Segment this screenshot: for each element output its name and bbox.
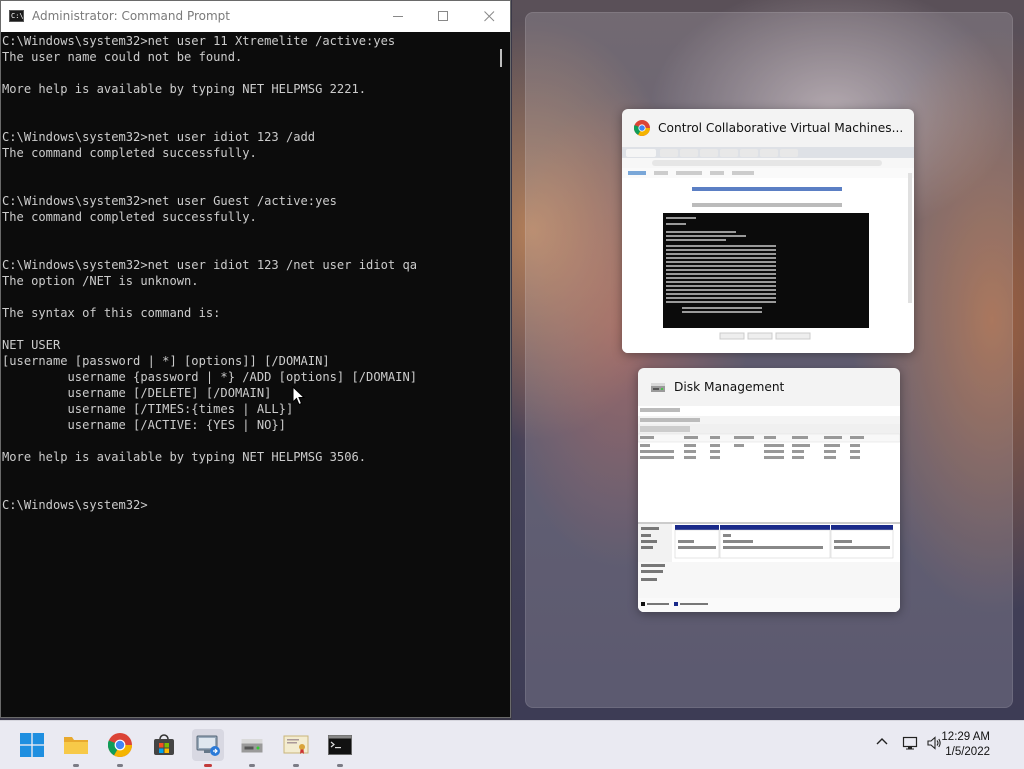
console-line: C:\Windows\system32>net user Guest /acti… [2,194,337,208]
running-indicator [293,764,299,767]
window-title: Administrator: Command Prompt [32,9,230,23]
console-line: username [/ACTIVE: {YES | NO}] [2,418,286,432]
snap-thumbnail-chrome[interactable]: Control Collaborative Virtual Machines..… [622,109,914,353]
command-prompt-icon [328,735,352,755]
windows-logo-icon [20,733,44,757]
chrome-icon [108,733,132,757]
snap-thumbnail-disk-management[interactable]: Disk Management [638,368,900,612]
disk-management-icon [650,379,666,395]
maximize-button[interactable] [420,1,466,32]
console-line: NET USER [2,338,61,352]
close-icon [483,11,494,22]
console-line: The command completed successfully. [2,146,257,160]
store-icon [154,734,174,755]
console-line: C:\Windows\system32>net user 11 Xtremeli… [2,34,396,48]
vertical-scrollbar[interactable] [494,33,509,717]
folder-icon [64,737,88,754]
thumbnail-header: Control Collaborative Virtual Machines..… [622,109,914,147]
running-indicator [337,764,343,767]
command-prompt-window[interactable]: C:\ Administrator: Command Prompt C:\Win… [0,0,511,718]
remote-desktop-icon [196,735,220,756]
console-line: The command completed successfully. [2,210,257,224]
remote-desktop-button[interactable] [192,729,224,767]
scrollbar-thumb[interactable] [500,49,502,67]
console-line: More help is available by typing NET HEL… [2,450,367,464]
certificate-icon [283,735,309,754]
microsoft-store-button[interactable] [148,729,180,761]
running-indicator [117,764,123,767]
certificate-manager-button[interactable] [280,729,312,767]
minimize-icon [392,16,403,17]
command-prompt-icon: C:\ [9,10,24,22]
clock-time: 12:29 AM [941,731,990,743]
console-output[interactable]: C:\Windows\system32>net user 11 Xtremeli… [2,33,494,717]
clock[interactable]: 12:29 AM 1/5/2022 [941,730,990,760]
disk-management-icon [241,739,263,753]
console-line: username [/DELETE] [/DOMAIN] [2,386,272,400]
console-line: The option /NET is unknown. [2,274,199,288]
minimize-button[interactable] [375,1,421,32]
console-line: username {password | *} /ADD [options] [… [2,370,418,384]
console-line: The user name could not be found. [2,50,243,64]
console-line: More help is available by typing NET HEL… [2,82,367,96]
thumbnail-header: Disk Management [638,368,900,406]
network-icon[interactable] [902,735,918,751]
volume-icon[interactable] [926,735,942,751]
maximize-icon [437,11,448,21]
running-indicator [73,764,79,767]
taskbar [0,720,1024,769]
close-button[interactable] [466,1,512,32]
console-line: The syntax of this command is: [2,306,221,320]
thumbnail-preview-disk-management [638,406,900,612]
console-line: C:\Windows\system32>net user idiot 123 /… [2,130,316,144]
command-prompt-button[interactable] [324,729,356,767]
console-line: C:\Windows\system32> [2,498,148,512]
clock-date: 1/5/2022 [945,746,990,758]
file-explorer-button[interactable] [60,729,92,767]
console-line: [username [password | *] [options]] [/DO… [2,354,330,368]
console-line: C:\Windows\system32>net user idiot 123 /… [2,258,418,272]
thumbnail-title: Control Collaborative Virtual Machines..… [658,121,904,135]
console-line: username [/TIMES:{times | ALL}] [2,402,294,416]
mouse-pointer-icon [292,386,306,406]
chrome-button[interactable] [104,729,136,767]
start-button[interactable] [16,729,48,761]
disk-management-button[interactable] [236,729,268,767]
running-indicator [204,764,212,767]
running-indicator [249,764,255,767]
thumbnail-title: Disk Management [674,380,785,394]
chrome-icon [633,120,650,136]
show-hidden-icons-chevron-up-icon[interactable] [874,735,890,751]
window-titlebar[interactable]: C:\ Administrator: Command Prompt [1,1,510,32]
thumbnail-preview-chrome [622,147,914,353]
